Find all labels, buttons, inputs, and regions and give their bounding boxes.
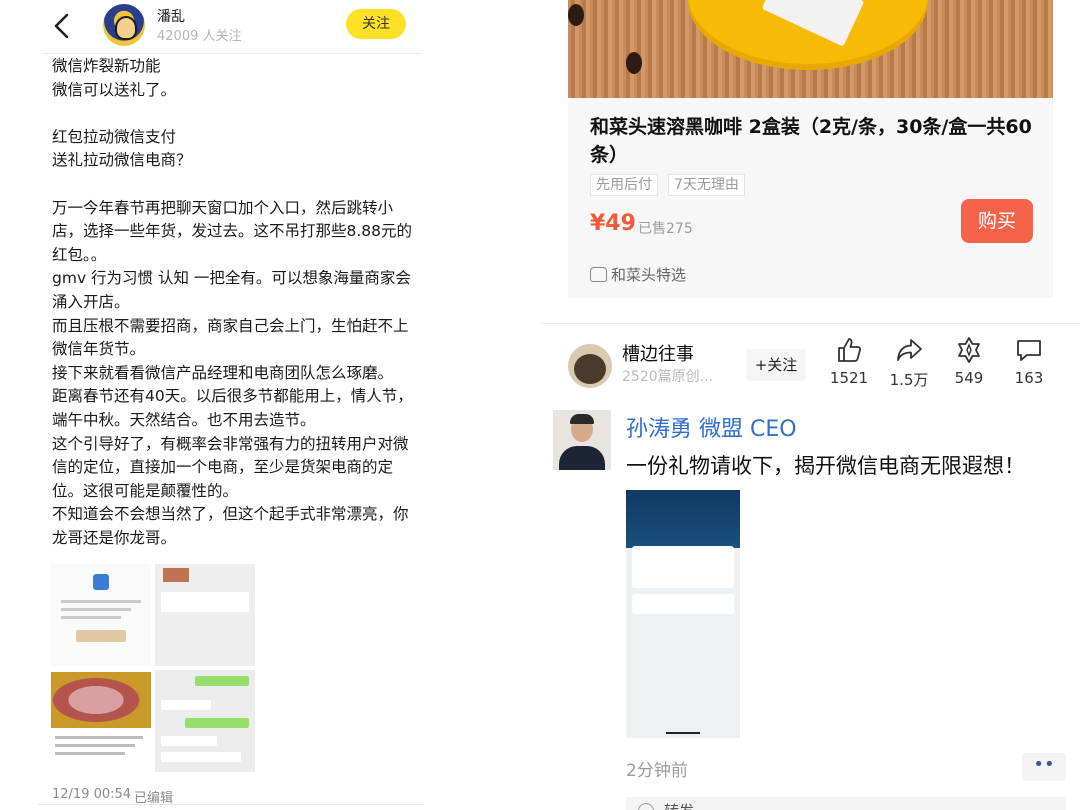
divider (540, 323, 1080, 324)
user-name[interactable]: 潘乱 (157, 6, 185, 26)
avatar[interactable] (103, 4, 145, 46)
buy-button[interactable]: 购买 (961, 199, 1033, 243)
author-name[interactable]: 槽边往事 (622, 340, 694, 366)
comment-count: 163 (1014, 369, 1044, 387)
post-line: 接下来就看看微信产品经理和电商团队怎么琢磨。 (52, 363, 394, 382)
image-thumbnail[interactable] (51, 564, 151, 666)
recommend-action[interactable]: 549 (939, 336, 999, 387)
product-image[interactable] (568, 0, 1053, 98)
comment-action[interactable]: 163 (999, 336, 1059, 387)
follow-button[interactable]: +关注 (746, 349, 806, 381)
share-action[interactable]: 1.5万 (879, 336, 939, 390)
product-card[interactable]: 和菜头速溶黑咖啡 2盒装（2克/条，30条/盒一共60条） 先用后付 7天无理由… (568, 98, 1053, 298)
image-thumbnail[interactable] (51, 670, 151, 772)
more-button[interactable]: •• (1022, 753, 1066, 781)
weibo-post-panel: 潘乱 42009 人关注 关注 微信炸裂新功能 微信可以送礼了。 红包拉动微信支… (0, 0, 430, 810)
post-line: gmv 行为习惯 认知 一把全有。可以想象海量商家会涌入开店。 (52, 269, 411, 311)
post-line: 红包拉动微信支付 (52, 127, 177, 146)
post-line: 微信炸裂新功能 (52, 57, 161, 75)
product-title[interactable]: 和菜头速溶黑咖啡 2盒装（2克/条，30条/盒一共60条） (590, 113, 1040, 169)
image-thumbnail[interactable] (155, 670, 255, 772)
comment-icon (1017, 340, 1041, 361)
thumbs-up-icon (838, 338, 862, 362)
interaction-text: 转发 (664, 800, 694, 810)
post-time: 12/19 00:54 (52, 787, 132, 802)
follow-button[interactable]: 关注 (346, 9, 406, 39)
avatar[interactable] (553, 410, 611, 470)
moment-time: 2分钟前 (626, 761, 688, 781)
moment-author-name[interactable]: 孙涛勇 微盟 CEO (626, 411, 797, 443)
share-icon (897, 339, 922, 361)
back-arrow-icon[interactable] (50, 12, 74, 40)
author-subtitle: 2520篇原创... (622, 369, 713, 385)
shop-name[interactable]: 和菜头特选 (611, 264, 686, 285)
image-thumbnail[interactable] (155, 564, 255, 666)
post-line: 不知道会不会想当然了，但这个起手式非常漂亮，你龙哥还是你龙哥。 (52, 505, 409, 547)
post-line: 万一今年春节再把聊天窗口加个入口，然后跳转小店，选择一些年货，发过去。这不吊打那… (52, 198, 413, 264)
product-price: ¥49 (590, 211, 636, 236)
divider (42, 53, 422, 54)
image-grid (51, 564, 257, 772)
wechat-moments-panel: 和菜头速溶黑咖啡 2盒装（2克/条，30条/盒一共60条） 先用后付 7天无理由… (540, 0, 1080, 810)
moment-text: 一份礼物请收下，揭开微信电商无限遐想！ (626, 454, 1025, 478)
post-line: 这个引导好了，有概率会非常强有力的扭转用户对微信的定位，直接加一个电商，至少是货… (52, 434, 409, 500)
avatar[interactable] (568, 344, 612, 388)
divider (38, 804, 423, 805)
post-body: 微信炸裂新功能 微信可以送礼了。 红包拉动微信支付 送礼拉动微信电商？ 万一今年… (52, 55, 417, 550)
moment-image[interactable] (626, 490, 740, 738)
tag-no-reason-return: 7天无理由 (668, 174, 745, 196)
post-line: 微信可以送礼了。 (52, 80, 177, 99)
sold-count: 已售275 (638, 221, 693, 237)
star-badge-icon (958, 337, 980, 363)
like-count: 1521 (829, 369, 869, 387)
post-line: 而且压根不需要招商，商家自己会上门，生怕赶不上微信年货节。 (52, 316, 409, 359)
tag-pay-later: 先用后付 (590, 174, 658, 196)
shop-icon (590, 267, 607, 282)
share-count: 1.5万 (889, 371, 929, 389)
like-action[interactable]: 1521 (819, 336, 879, 387)
post-line: 送礼拉动微信电商？ (52, 151, 192, 170)
recommend-count: 549 (954, 369, 984, 387)
follower-count: 42009 人关注 (157, 29, 242, 44)
post-line: 距离春节还有40天。以后很多节都能用上，情人节，端午中秋。天然结合。也不用去造节… (52, 387, 413, 429)
